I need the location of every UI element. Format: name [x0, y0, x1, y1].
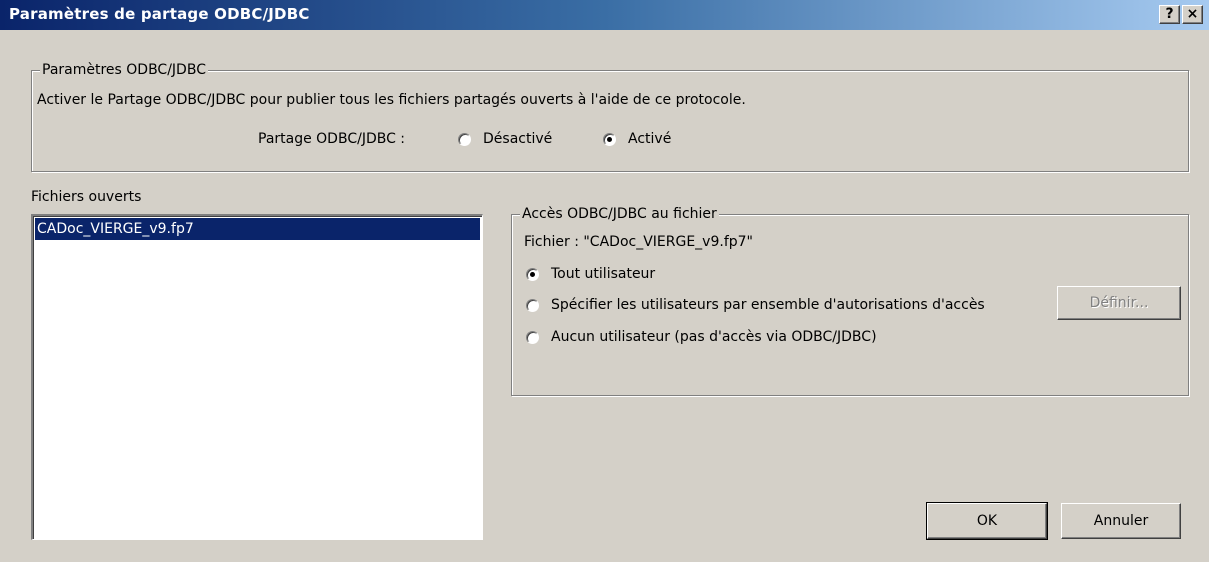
list-item[interactable]: CADoc_VIERGE_v9.fp7: [35, 218, 480, 240]
radio-disabled[interactable]: [458, 133, 471, 146]
radio-no-users[interactable]: [526, 331, 539, 344]
sharing-label: Partage ODBC/JDBC :: [258, 131, 406, 147]
file-name-line: Fichier : "CADoc_VIERGE_v9.fp7": [524, 234, 753, 250]
close-button[interactable]: ×: [1182, 5, 1203, 24]
radio-all-users[interactable]: [526, 268, 539, 281]
open-files-label: Fichiers ouverts: [31, 189, 142, 205]
odbc-settings-group: Paramètres ODBC/JDBC: [31, 61, 1189, 172]
radio-specify-users[interactable]: [526, 299, 539, 312]
radio-all-users-label[interactable]: Tout utilisateur: [551, 265, 655, 283]
cancel-button[interactable]: Annuler: [1061, 503, 1181, 539]
help-button[interactable]: ?: [1159, 5, 1180, 24]
radio-enabled[interactable]: [603, 133, 616, 146]
ok-button[interactable]: OK: [926, 502, 1048, 540]
radio-disabled-label[interactable]: Désactivé: [483, 130, 552, 148]
title-bar: Paramètres de partage ODBC/JDBC ? ×: [0, 0, 1209, 30]
odbc-settings-group-label: Paramètres ODBC/JDBC: [40, 61, 208, 79]
open-files-list[interactable]: CADoc_VIERGE_v9.fp7: [31, 214, 483, 540]
radio-no-users-label[interactable]: Aucun utilisateur (pas d'accès via ODBC/…: [551, 328, 877, 346]
define-button[interactable]: Définir...: [1057, 286, 1181, 320]
radio-enabled-label[interactable]: Activé: [628, 130, 671, 148]
file-access-group-label: Accès ODBC/JDBC au fichier: [520, 205, 719, 223]
odbc-description: Activer le Partage ODBC/JDBC pour publie…: [37, 92, 746, 108]
radio-specify-users-label[interactable]: Spécifier les utilisateurs par ensemble …: [551, 296, 985, 314]
window-title: Paramètres de partage ODBC/JDBC: [9, 5, 310, 23]
